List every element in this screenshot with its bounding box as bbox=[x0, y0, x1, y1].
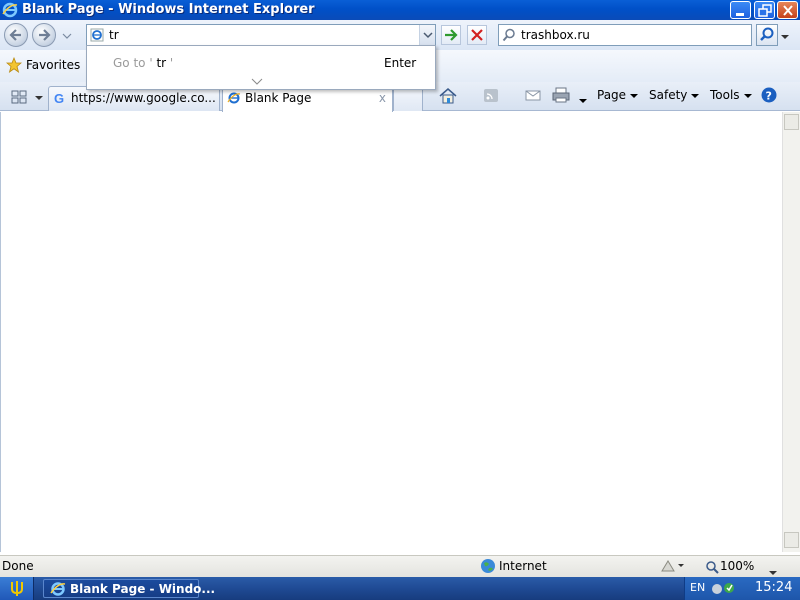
goto-suffix: ' bbox=[169, 56, 174, 70]
page-menu[interactable]: Page bbox=[597, 88, 639, 108]
stop-x-icon bbox=[468, 29, 486, 47]
goto-prefix: Go to ' bbox=[113, 56, 153, 70]
tab-label: https://www.google.co... bbox=[71, 91, 216, 105]
address-dropdown-button[interactable] bbox=[419, 25, 435, 45]
help-icon: ? bbox=[760, 87, 778, 107]
scroll-up-arrow[interactable] bbox=[784, 114, 799, 130]
read-mail-button[interactable] bbox=[524, 86, 544, 106]
security-zone[interactable]: Internet bbox=[499, 559, 547, 573]
search-icon bbox=[757, 27, 777, 48]
svg-text:G: G bbox=[54, 91, 64, 105]
ie-logo-icon bbox=[50, 581, 66, 600]
expand-suggestions-icon[interactable] bbox=[251, 75, 263, 89]
go-button[interactable] bbox=[441, 25, 461, 45]
tab-label: Blank Page bbox=[245, 91, 312, 105]
search-box[interactable] bbox=[498, 24, 752, 46]
google-icon: G bbox=[53, 91, 67, 108]
taskbar-ie-label: Blank Page - Windo... bbox=[70, 582, 216, 596]
taskbar: Blank Page - Windo... EN 15:24 bbox=[0, 577, 800, 600]
tools-menu-caret bbox=[743, 93, 752, 98]
favorites-label: Favorites bbox=[26, 58, 81, 72]
vertical-scrollbar[interactable] bbox=[782, 112, 800, 552]
favorites-button[interactable]: Favorites bbox=[4, 56, 80, 76]
go-arrow-icon bbox=[442, 29, 460, 47]
print-icon bbox=[551, 87, 575, 107]
status-text: Done bbox=[2, 559, 34, 573]
protected-mode-icon[interactable] bbox=[660, 559, 684, 576]
restore-button[interactable] bbox=[754, 1, 775, 19]
tools-menu[interactable]: Tools bbox=[710, 88, 752, 108]
close-tab-button[interactable]: x bbox=[379, 91, 386, 105]
tab-list-dropdown[interactable] bbox=[34, 87, 44, 107]
svg-text:?: ? bbox=[766, 90, 772, 103]
ie-page-icon bbox=[227, 91, 241, 108]
system-tray: EN 15:24 bbox=[684, 577, 800, 600]
safety-menu[interactable]: Safety bbox=[649, 88, 700, 108]
window-title: Blank Page - Windows Internet Explorer bbox=[22, 2, 315, 17]
page-menu-label: Page bbox=[597, 88, 627, 102]
address-autocomplete: Go to ' tr ' Enter bbox=[86, 45, 436, 90]
status-bar: Done Internet 100% bbox=[0, 555, 800, 577]
star-icon bbox=[5, 56, 23, 76]
print-button[interactable] bbox=[551, 86, 587, 106]
enter-hint: Enter bbox=[384, 56, 417, 70]
ie-page-icon bbox=[90, 28, 104, 45]
start-trident-icon bbox=[9, 579, 25, 600]
search-icon bbox=[502, 28, 516, 45]
language-indicator[interactable]: EN bbox=[690, 581, 705, 594]
recent-pages-dropdown[interactable] bbox=[62, 30, 72, 40]
tools-menu-label: Tools bbox=[710, 88, 740, 102]
start-button[interactable] bbox=[0, 577, 34, 600]
stop-button[interactable] bbox=[467, 25, 487, 45]
globe-icon bbox=[480, 558, 496, 577]
home-icon bbox=[438, 88, 458, 109]
system-clock[interactable]: 15:24 bbox=[755, 580, 792, 595]
print-dropdown-caret[interactable] bbox=[578, 98, 587, 103]
feeds-icon bbox=[482, 89, 500, 107]
help-button[interactable]: ? bbox=[760, 86, 790, 117]
quick-tabs-button[interactable] bbox=[8, 87, 32, 107]
page-menu-caret bbox=[630, 93, 639, 98]
address-input[interactable] bbox=[109, 27, 409, 43]
title-bar[interactable]: Blank Page - Windows Internet Explorer bbox=[0, 0, 800, 20]
taskbar-ie-window[interactable]: Blank Page - Windo... bbox=[43, 579, 215, 600]
search-button[interactable] bbox=[756, 24, 778, 46]
safety-menu-label: Safety bbox=[649, 88, 688, 102]
home-button[interactable] bbox=[438, 86, 472, 119]
feeds-button[interactable] bbox=[482, 86, 502, 106]
zoom-icon bbox=[705, 560, 719, 577]
search-options-dropdown[interactable] bbox=[780, 31, 790, 41]
new-tab-button[interactable] bbox=[393, 89, 423, 111]
goto-typed-text: tr bbox=[156, 56, 167, 70]
close-button[interactable] bbox=[777, 1, 798, 19]
search-input[interactable] bbox=[521, 27, 746, 43]
minimize-button[interactable] bbox=[730, 1, 751, 19]
page-content[interactable] bbox=[0, 112, 782, 552]
zoom-level[interactable]: 100% bbox=[720, 559, 754, 573]
address-bar[interactable] bbox=[86, 24, 436, 46]
back-button[interactable] bbox=[4, 23, 28, 47]
network-icon[interactable] bbox=[711, 580, 743, 599]
forward-button[interactable] bbox=[32, 23, 56, 47]
read-mail-icon bbox=[524, 90, 542, 107]
safety-menu-caret bbox=[691, 93, 700, 98]
ie-logo-icon bbox=[2, 2, 18, 21]
scroll-down-arrow[interactable] bbox=[784, 532, 799, 548]
goto-suggestion[interactable]: Go to ' tr ' bbox=[113, 56, 173, 70]
